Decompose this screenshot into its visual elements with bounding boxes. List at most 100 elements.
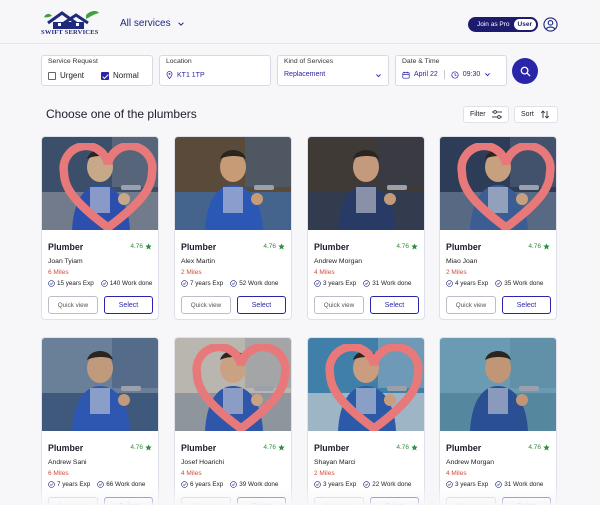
rating-value: 4.76 (263, 444, 276, 451)
check-circle-icon (230, 481, 238, 488)
plumber-photo[interactable] (440, 338, 556, 431)
time-value[interactable]: 09:30 (463, 71, 481, 78)
work-done-value: 52 Work done (239, 280, 279, 287)
service-type: Plumber (48, 242, 84, 252)
star-icon (411, 444, 418, 451)
date-time-label: Date & Time (402, 58, 440, 65)
select-button[interactable]: Select (370, 296, 419, 314)
urgent-checkbox[interactable] (48, 71, 56, 80)
favorite-heart-icon[interactable] (182, 344, 292, 431)
experience-value: 3 years Exp (455, 481, 489, 488)
service-type: Plumber (446, 242, 482, 252)
service-type: Plumber (181, 242, 217, 252)
plumber-stats: 3 years Exp 31 Work done (314, 280, 411, 287)
rating-badge: 4.76 (396, 444, 418, 451)
check-circle-icon (363, 280, 371, 287)
plumber-card[interactable]: Plumber 4.76 Andrew Sani 6 Miles 7 years… (41, 337, 159, 505)
distance: 4 Miles (181, 470, 202, 477)
check-circle-icon (314, 280, 321, 287)
plumber-photo[interactable] (308, 137, 424, 230)
date-time-field[interactable]: Date & Time April 22 09:30 (395, 55, 507, 86)
kind-of-services-select[interactable]: Kind of Services Replacement (277, 55, 389, 86)
plumber-card[interactable]: Plumber 4.76 Miao Joan 2 Miles 4 years E… (439, 136, 557, 320)
select-button[interactable]: Select (104, 296, 153, 314)
service-type: Plumber (48, 443, 84, 453)
plumber-name: Andrew Sani (48, 459, 87, 466)
plumber-card[interactable]: Plumber 4.76 Shayan Marci 2 Miles 3 year… (307, 337, 425, 505)
plumber-photo[interactable] (42, 137, 159, 230)
plumber-card[interactable]: Plumber 4.76 Andrew Morgan 4 Miles 3 yea… (307, 136, 425, 320)
work-done-value: 35 Work done (504, 280, 544, 287)
work-done-stat: 66 Work done (97, 481, 145, 488)
experience-stat: 6 years Exp (181, 481, 223, 488)
plumber-card[interactable]: Plumber 4.76 Andrew Morgan 4 Miles 3 yea… (439, 337, 557, 505)
chevron-down-icon (177, 21, 184, 26)
work-done-value: 31 Work done (504, 481, 544, 488)
rating-value: 4.76 (396, 243, 409, 250)
filter-button[interactable]: Filter (463, 106, 509, 123)
quick-view-button[interactable]: Quick view (314, 296, 364, 314)
sort-arrows-icon (540, 110, 549, 119)
clock-icon (451, 70, 459, 79)
experience-value: 3 years Exp (323, 280, 357, 287)
plumber-photo[interactable] (175, 137, 291, 230)
experience-stat: 7 years Exp (48, 481, 90, 488)
plumber-card[interactable]: Plumber 4.76 Joan Tyiam 6 Miles 15 years… (41, 136, 159, 320)
all-services-label: All services (120, 18, 171, 29)
favorite-heart-icon[interactable] (49, 143, 159, 230)
plumber-card[interactable]: Plumber 4.76 Alex Martin 2 Miles 7 years… (174, 136, 292, 320)
favorite-heart-icon[interactable] (447, 143, 557, 230)
check-circle-icon (48, 280, 55, 287)
plumber-photo[interactable] (440, 137, 557, 230)
normal-checkbox[interactable] (101, 71, 109, 80)
experience-stat: 3 years Exp (314, 481, 356, 488)
service-type: Plumber (314, 242, 350, 252)
location-value: KT1 1TP (177, 71, 205, 79)
quick-view-button[interactable]: Quick view (181, 296, 231, 314)
star-icon (145, 444, 152, 451)
join-as-pro-option[interactable]: Join as Pro (477, 21, 514, 28)
user-profile-icon[interactable] (543, 17, 558, 32)
select-button[interactable]: Select (237, 296, 286, 314)
location-field[interactable]: Location KT1 1TP (159, 55, 271, 86)
plumber-photo-image (175, 137, 291, 230)
star-icon (543, 243, 550, 250)
normal-label: Normal (113, 71, 139, 80)
date-value[interactable]: April 22 (414, 71, 438, 78)
urgent-checkbox-row[interactable]: Urgent (48, 71, 84, 80)
sort-button[interactable]: Sort (514, 106, 558, 123)
distance: 6 Miles (48, 269, 69, 276)
plumber-photo[interactable] (175, 338, 292, 431)
search-button[interactable] (512, 58, 538, 84)
service-type: Plumber (314, 443, 350, 453)
all-services-dropdown[interactable]: All services (120, 18, 185, 29)
quick-view-button[interactable]: Quick view (446, 296, 496, 314)
work-done-value: 39 Work done (239, 481, 279, 488)
experience-value: 3 years Exp (323, 481, 357, 488)
quick-view-button[interactable]: Quick view (48, 296, 98, 314)
work-done-stat: 31 Work done (495, 481, 543, 488)
normal-checkbox-row[interactable]: Normal (101, 71, 139, 80)
favorite-heart-icon[interactable] (315, 344, 425, 431)
check-circle-icon (181, 280, 188, 287)
plumber-photo-image (440, 338, 556, 431)
rating-value: 4.76 (263, 243, 276, 250)
date-time-divider (443, 70, 445, 79)
plumber-stats: 7 years Exp 52 Work done (181, 280, 278, 287)
check-circle-icon (101, 280, 108, 287)
user-option[interactable]: User (513, 19, 536, 30)
plumber-photo[interactable] (42, 338, 158, 431)
work-done-value: 66 Work done (106, 481, 146, 488)
select-button[interactable]: Select (502, 296, 551, 314)
plumber-photo[interactable] (308, 338, 425, 431)
chevron-down-icon (485, 73, 491, 77)
experience-value: 6 years Exp (190, 481, 224, 488)
kind-of-services-label: Kind of Services (284, 58, 334, 65)
distance: 2 Miles (181, 269, 202, 276)
plumber-card[interactable]: Plumber 4.76 Josef Hoarichi 4 Miles 6 ye… (174, 337, 292, 505)
plumber-name: Andrew Morgan (446, 459, 494, 466)
role-toggle[interactable]: Join as Pro User (468, 17, 538, 32)
location-label: Location (166, 58, 192, 65)
plumber-name: Josef Hoarichi (181, 459, 225, 466)
filter-label: Filter (470, 111, 486, 118)
